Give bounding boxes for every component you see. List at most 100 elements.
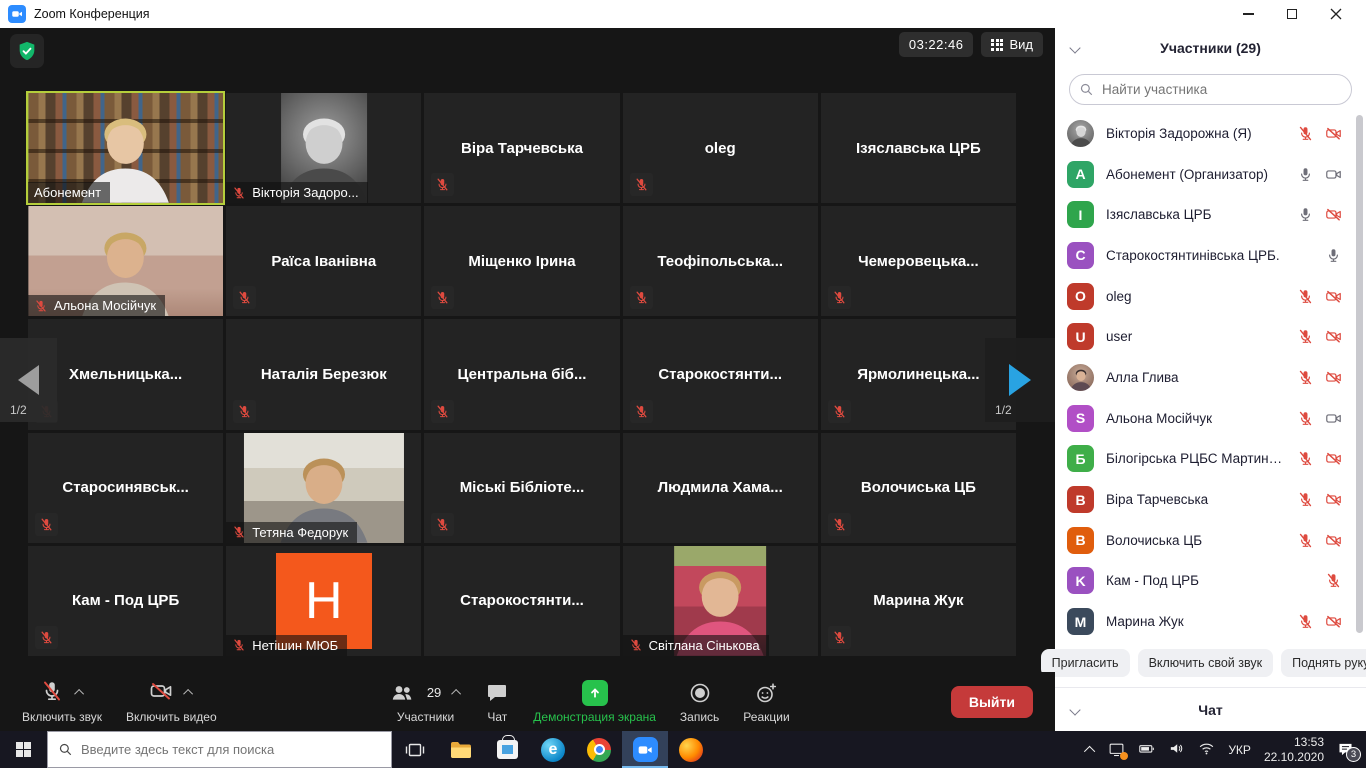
unmute-self-button[interactable]: Включить свой звук (1137, 649, 1274, 677)
edge-icon[interactable]: e (530, 731, 576, 768)
participant-row[interactable]: Ooleg (1055, 276, 1366, 317)
video-tile[interactable]: Центральна біб... (424, 319, 620, 430)
participant-avatar: I (1067, 201, 1094, 229)
muted-mic-icon (629, 286, 653, 310)
minimize-button[interactable] (1226, 0, 1270, 28)
start-video-button[interactable]: Включить видео (114, 672, 229, 731)
chevron-up-icon[interactable] (451, 688, 462, 699)
participant-row[interactable]: S Альона Мосійчук (1055, 398, 1366, 439)
firefox-icon[interactable] (668, 731, 714, 768)
participants-icon (392, 685, 412, 700)
meeting-area: 03:22:46 Вид Абонемент Вікторія Задоро...… (0, 28, 1055, 731)
chat-button[interactable]: Чат (473, 672, 521, 731)
video-tile[interactable]: Наталія Березюк (226, 319, 422, 430)
reactions-button[interactable]: Реакции (731, 672, 801, 731)
participant-name: Старокостянти... (460, 592, 584, 610)
participant-row[interactable]: Б Білогірська РЦБС Мартинюк Г.І. (1055, 439, 1366, 480)
meeting-toolbar: Включить звук Включить видео 29 Участник… (0, 672, 1055, 731)
raise-hand-button[interactable]: Поднять руку (1281, 649, 1366, 677)
mic-muted-icon (1297, 125, 1314, 142)
participants-button[interactable]: 29 Участники (378, 672, 473, 731)
leave-button[interactable]: Выйти (950, 685, 1033, 718)
language-indicator[interactable]: УКР (1228, 743, 1251, 757)
video-tile[interactable]: Ізяславська ЦРБ (820, 93, 1016, 204)
taskbar-search[interactable] (47, 731, 392, 768)
participant-row[interactable]: K Кам - Под ЦРБ (1055, 561, 1366, 602)
participant-name: Марина Жук (1106, 614, 1184, 630)
scrollbar[interactable] (1356, 115, 1363, 633)
video-tile[interactable]: Людмила Хама... (622, 432, 818, 543)
participant-row[interactable]: M Марина Жук (1055, 601, 1366, 642)
muted-mic-icon (232, 525, 246, 539)
unmute-button[interactable]: Включить звук (10, 672, 114, 731)
collapse-chat-icon[interactable] (1069, 704, 1081, 716)
video-tile[interactable]: Чемеровецька... (820, 206, 1016, 317)
wifi-icon[interactable] (1198, 740, 1215, 760)
participant-name: Волочиська ЦБ (1106, 532, 1203, 548)
video-tile[interactable]: Альона Мосійчук (28, 206, 224, 317)
video-tile[interactable]: Кам - Под ЦРБ (28, 545, 224, 656)
video-tile[interactable]: Хмельницька... (28, 319, 224, 430)
task-view-icon (405, 743, 425, 756)
participant-row[interactable]: I Ізяславська ЦРБ (1055, 194, 1366, 235)
chrome-icon[interactable] (576, 731, 622, 768)
video-tile[interactable]: Абонемент (25, 90, 226, 206)
store-icon[interactable] (484, 731, 530, 768)
close-button[interactable] (1314, 0, 1358, 28)
view-button[interactable]: Вид (981, 32, 1043, 57)
participant-row[interactable]: Вікторія Задорожна (Я) (1055, 113, 1366, 154)
video-tile[interactable]: Світлана Сінькова (622, 545, 818, 656)
video-tile[interactable]: Марина Жук (820, 545, 1016, 656)
video-tile[interactable]: Волочиська ЦБ (820, 432, 1016, 543)
action-center-icon[interactable]: 3 (1337, 741, 1361, 762)
zoom-taskbar-icon[interactable] (622, 731, 668, 768)
video-tile[interactable]: Вікторія Задоро... (226, 93, 422, 204)
video-tile[interactable]: Тетяна Федорук (226, 432, 422, 543)
participant-name: Ізяславська ЦРБ (856, 139, 981, 157)
maximize-button[interactable] (1270, 0, 1314, 28)
title-bar: Zoom Конференция (0, 0, 1366, 28)
video-tile[interactable]: H Нетішин МЮБ (226, 545, 422, 656)
video-tile[interactable]: Старокостянти... (424, 545, 620, 656)
task-view-button[interactable] (392, 731, 438, 768)
participant-name: Віра Тарчевська (1106, 492, 1209, 508)
search-participant-input[interactable] (1069, 74, 1352, 105)
muted-mic-icon (629, 399, 653, 423)
volume-icon[interactable] (1168, 740, 1185, 760)
taskbar-clock[interactable]: 13:53 22.10.2020 (1264, 735, 1324, 765)
camera-muted-icon (1325, 450, 1342, 467)
record-icon (690, 683, 709, 702)
chevron-up-icon[interactable] (183, 688, 194, 699)
collapse-panel-icon[interactable] (1069, 42, 1081, 54)
display-notification-icon[interactable] (1108, 741, 1129, 760)
hidden-icons-chevron[interactable] (1084, 745, 1096, 757)
taskbar-search-input[interactable] (81, 742, 381, 757)
participant-row[interactable]: Алла Глива (1055, 357, 1366, 398)
video-tile[interactable]: oleg (622, 93, 818, 204)
video-tile[interactable]: Старокостянти... (622, 319, 818, 430)
chevron-up-icon[interactable] (74, 688, 85, 699)
video-tile[interactable]: Віра Тарчевська (424, 93, 620, 204)
camera-muted-icon (1325, 206, 1342, 223)
share-screen-button[interactable]: Демонстрация экрана (521, 672, 668, 731)
video-tile[interactable]: Міщенко Ірина (424, 206, 620, 317)
video-tile[interactable]: Міські Бібліоте... (424, 432, 620, 543)
file-explorer-icon[interactable] (438, 731, 484, 768)
security-shield-icon[interactable] (10, 34, 44, 68)
participant-row[interactable]: В Віра Тарчевська (1055, 479, 1366, 520)
video-tile[interactable]: Раїса Іванівна (226, 206, 422, 317)
previous-page-button[interactable]: 1/2 (0, 338, 57, 422)
share-screen-icon (581, 679, 608, 706)
next-page-button[interactable]: 1/2 (985, 338, 1055, 422)
participant-row[interactable]: C Старокостянтинівська ЦРБ. (1055, 235, 1366, 276)
participant-row[interactable]: В Волочиська ЦБ (1055, 520, 1366, 561)
video-tile[interactable]: Теофіпольська... (622, 206, 818, 317)
participant-row[interactable]: Uuser (1055, 316, 1366, 357)
participant-row[interactable]: A Абонемент (Организатор) (1055, 154, 1366, 195)
battery-icon[interactable] (1138, 740, 1155, 760)
video-tile[interactable]: Старосинявськ... (28, 432, 224, 543)
record-button[interactable]: Запись (668, 672, 731, 731)
panel-actions: Пригласить Включить свой звук Поднять руку (1040, 642, 1366, 687)
participant-name: Абонемент (34, 185, 102, 201)
start-button[interactable] (0, 731, 47, 768)
